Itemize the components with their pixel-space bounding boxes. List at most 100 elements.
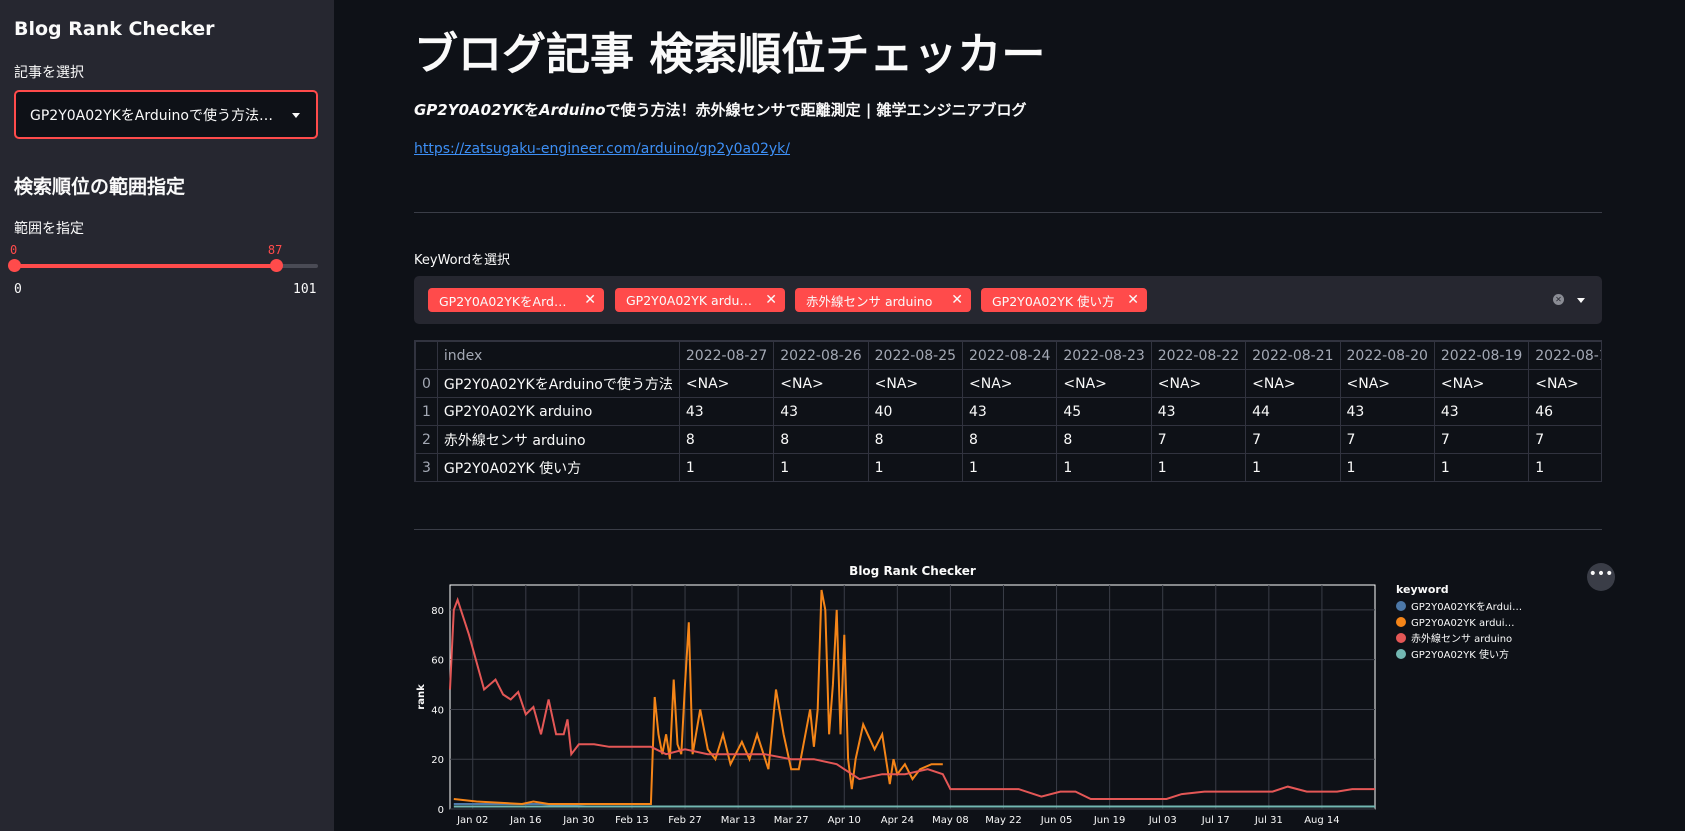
legend-entry: GP2Y0A02YKをArdui… [1411, 601, 1522, 613]
subtitle-italic-2: Arduino [539, 101, 606, 119]
x-tick-label: May 08 [932, 815, 969, 826]
x-tick-label: Feb 13 [615, 815, 649, 826]
table-cell: 7 [1433, 425, 1530, 454]
table-header-cell[interactable]: 2022-08-24 [962, 341, 1058, 370]
table-cell: <NA> [1339, 369, 1435, 398]
chevron-down-icon [292, 113, 300, 118]
x-tick-label: Apr 24 [881, 815, 914, 826]
table-cell: 1 [1339, 453, 1435, 481]
slider-low-value: 0 [10, 243, 18, 257]
table-header-cell[interactable]: 2022-08-26 [773, 341, 869, 370]
table-row[interactable]: 1 GP2Y0A02YK arduino 43 43 40 43 45 43 44 43 43 46 [415, 397, 1601, 426]
chart-title: Blog Rank Checker [849, 564, 976, 578]
range-slider[interactable] [8, 259, 318, 272]
close-icon[interactable]: ✕ [765, 292, 777, 308]
keyword-tag-label: GP2Y0A02YK 使い方 [992, 293, 1115, 309]
keyword-select-label: KeyWordを選択 [414, 253, 510, 268]
article-select[interactable]: GP2Y0A02YKをArduinoで使う方法！赤外線センサで距離測定 [14, 90, 318, 139]
article-subtitle: GP2Y0A02YKをArduinoで使う方法！赤外線センサで距離測定 | 雑学… [414, 99, 1027, 120]
table-row[interactable]: 3 GP2Y0A02YK 使い方 1 1 1 1 1 1 1 1 1 1 [415, 453, 1601, 481]
table-cell: <NA> [867, 369, 964, 398]
slider-thumb-high[interactable] [269, 259, 283, 272]
slider-high-value: 87 [267, 243, 283, 257]
table-cell: 8 [962, 425, 1058, 454]
legend-marker [1396, 601, 1406, 611]
plot-area [449, 584, 1376, 810]
table-header-cell[interactable]: 2022-08-21 [1245, 341, 1341, 370]
table-cell: 46 [1528, 397, 1601, 426]
legend-entry: GP2Y0A02YK ardui… [1411, 618, 1515, 629]
divider [414, 212, 1602, 213]
table-cell: <NA> [1150, 369, 1247, 398]
close-icon[interactable]: ✕ [1127, 292, 1139, 308]
table-header-row: index 2022-08-27 2022-08-26 2022-08-25 2022-… [415, 341, 1601, 370]
table-row[interactable]: 2 赤外線センサ arduino 8 8 8 8 8 7 7 7 7 7 [415, 425, 1601, 454]
y-tick-label: 40 [431, 705, 444, 716]
table-cell: <NA> [773, 369, 869, 398]
slider-min-label: 0 [14, 282, 22, 297]
keyword-tag[interactable]: 赤外線センサ arduino ✕ [795, 288, 971, 312]
x-tick-label: Jan 02 [456, 815, 488, 826]
x-tick-label: Jan 16 [509, 815, 541, 826]
y-tick-label: 20 [431, 755, 444, 766]
slider-thumb-low[interactable] [8, 259, 21, 272]
chevron-down-icon[interactable] [1577, 298, 1585, 303]
table-header-cell[interactable]: 2022-08-25 [867, 341, 964, 370]
x-tick-label: Jun 19 [1093, 815, 1126, 826]
table-cell: 1 [867, 453, 964, 481]
slider-max-label: 101 [293, 282, 317, 297]
clear-all-icon[interactable]: ✕ [1553, 294, 1564, 305]
keyword-tag[interactable]: GP2Y0A02YK arduino ✕ [615, 288, 785, 312]
rank-chart[interactable]: 0 20 40 60 80 Jan 02 Jan 16 Jan 30 Feb 13 Feb 27 M… [414, 555, 1602, 831]
table-cell: 7 [1528, 425, 1601, 454]
table-header-cell[interactable]: 2022-08-18 [1528, 341, 1601, 370]
table-header-cell[interactable] [415, 341, 438, 370]
keyword-tag[interactable]: GP2Y0A02YKをArduinoで使う方法 ✕ [428, 288, 604, 312]
more-options-button[interactable]: ••• [1587, 563, 1615, 591]
keyword-tag-label: GP2Y0A02YKをArduinoで使う方法 [439, 293, 574, 309]
sidebar-title: Blog Rank Checker [14, 18, 215, 40]
x-tick-label: Mar 27 [774, 815, 809, 826]
table-header-cell[interactable]: 2022-08-23 [1056, 341, 1152, 370]
sidebar: Blog Rank Checker 記事を選択 GP2Y0A02YKをArdui… [0, 0, 334, 831]
table-cell: 43 [1150, 397, 1247, 426]
article-url-link[interactable]: https://zatsugaku-engineer.com/arduino/g… [414, 141, 790, 157]
keyword-tag-label: GP2Y0A02YK arduino [626, 292, 756, 308]
x-tick-label: Apr 10 [828, 815, 861, 826]
table-cell: 1 [773, 453, 869, 481]
x-tick-label: Jul 03 [1148, 815, 1177, 826]
subtitle-rest: で使う方法！赤外線センサで距離測定 | 雑学エンジニアブログ [605, 101, 1027, 119]
table-cell: GP2Y0A02YK 使い方 [436, 453, 680, 481]
table-cell: 8 [867, 425, 964, 454]
keyword-tag-label: 赤外線センサ arduino [806, 293, 933, 309]
range-label: 範囲を指定 [14, 221, 84, 237]
rank-table[interactable]: index 2022-08-27 2022-08-26 2022-08-25 2022-… [414, 340, 1602, 482]
legend-entry: GP2Y0A02YK 使い方 [1411, 648, 1509, 661]
article-select-label: 記事を選択 [14, 65, 84, 81]
table-cell: <NA> [962, 369, 1058, 398]
table-cell: 8 [1056, 425, 1152, 454]
keyword-multiselect[interactable]: GP2Y0A02YKをArduinoで使う方法 ✕ GP2Y0A02YK ardu… [414, 276, 1602, 324]
x-tick-label: Jun 05 [1040, 815, 1073, 826]
table-cell: 45 [1056, 397, 1152, 426]
table-cell: 7 [1245, 425, 1341, 454]
x-tick-label: Feb 27 [668, 815, 702, 826]
table-cell: <NA> [1245, 369, 1341, 398]
legend-title: keyword [1396, 583, 1449, 596]
table-cell: 1 [1528, 453, 1601, 481]
close-icon[interactable]: ✕ [584, 292, 596, 308]
table-header-cell[interactable]: 2022-08-27 [678, 341, 775, 370]
close-icon[interactable]: ✕ [951, 292, 963, 308]
row-index-cell: 1 [415, 397, 438, 426]
table-header-cell[interactable]: 2022-08-20 [1339, 341, 1435, 370]
keyword-tag[interactable]: GP2Y0A02YK 使い方 ✕ [981, 288, 1147, 312]
article-select-value: GP2Y0A02YKをArduinoで使う方法！赤外線センサで距離測定 [30, 107, 280, 124]
table-cell: 赤外線センサ arduino [436, 425, 680, 454]
legend-marker [1396, 633, 1406, 643]
table-header-cell[interactable]: index [436, 341, 680, 370]
table-row[interactable]: 0 GP2Y0A02YKをArduinoで使う方法 <NA> <NA> <NA> <NA>… [415, 369, 1601, 398]
table-header-cell[interactable]: 2022-08-22 [1150, 341, 1247, 370]
table-cell: 1 [678, 453, 775, 481]
table-cell: 43 [1339, 397, 1435, 426]
table-header-cell[interactable]: 2022-08-19 [1433, 341, 1530, 370]
